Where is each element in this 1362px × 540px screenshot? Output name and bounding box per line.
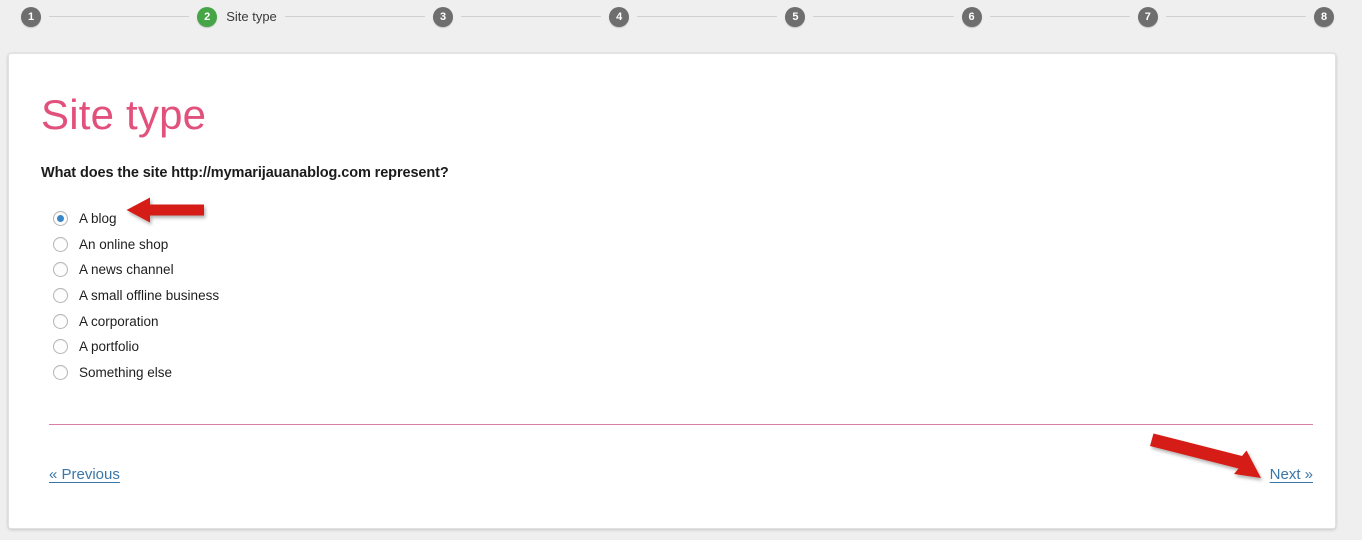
page-title: Site type [41,91,207,138]
step-5-bullet[interactable]: 5 [785,6,806,27]
step-5[interactable]: 5 [785,6,806,27]
step-8[interactable]: 8 [1314,6,1335,27]
step-1-bullet[interactable]: 1 [21,6,41,27]
option-a-blog[interactable]: A blog [53,206,219,232]
step-1[interactable]: 1 [21,6,41,27]
step-connector-6-7 [989,16,1130,17]
step-connector-2-3 [284,16,425,17]
step-connector-1-2 [49,16,190,17]
step-6-bullet[interactable]: 6 [961,6,982,27]
step-7[interactable]: 7 [1137,6,1158,27]
wizard-navigation: « Previous Next » [49,466,1313,488]
step-6[interactable]: 6 [961,6,982,27]
step-4-bullet[interactable]: 4 [609,6,630,27]
step-7-bullet[interactable]: 7 [1137,6,1158,27]
step-2-bullet[interactable]: 2 [197,6,218,27]
radio-a-news-channel[interactable] [53,262,68,278]
step-connector-7-8 [1165,16,1307,17]
step-2[interactable]: 2 Site type [197,6,277,27]
previous-link[interactable]: « Previous [49,466,120,483]
step-8-bullet[interactable]: 8 [1314,6,1335,27]
option-label: A small offline business [79,288,220,304]
step-2-label: Site type [226,9,277,24]
step-4[interactable]: 4 [609,6,630,27]
option-a-corporation[interactable]: A corporation [53,308,219,334]
next-link[interactable]: Next » [1270,466,1313,483]
radio-something-else[interactable] [53,364,68,380]
radio-a-small-offline-business[interactable] [53,288,68,304]
option-label: An online shop [79,236,169,252]
card-content: Site type What does the site http://myma… [41,54,1313,528]
step-connector-3-4 [461,16,602,17]
section-divider [49,424,1313,425]
option-a-news-channel[interactable]: A news channel [53,257,219,283]
step-3[interactable]: 3 [433,6,453,27]
question-text: What does the site http://mymarijauanabl… [41,165,449,181]
step-3-bullet[interactable]: 3 [433,6,453,27]
option-label: A portfolio [79,339,140,355]
option-label: A news channel [79,262,174,278]
step-connector-4-5 [637,16,778,17]
radio-a-blog[interactable] [53,211,68,227]
option-an-online-shop[interactable]: An online shop [53,232,219,258]
site-type-radio-group[interactable]: A blog An online shop A news channel A s… [53,206,219,385]
radio-an-online-shop[interactable] [53,236,68,252]
option-label: Something else [79,364,173,380]
radio-a-portfolio[interactable] [53,339,68,355]
option-label: A blog [79,211,117,227]
option-a-portfolio[interactable]: A portfolio [53,334,219,360]
option-a-small-offline-business[interactable]: A small offline business [53,283,219,309]
radio-a-corporation[interactable] [53,313,68,329]
option-something-else[interactable]: Something else [53,360,219,386]
step-connector-5-6 [813,16,954,17]
option-label: A corporation [79,313,159,329]
wizard-card: Site type What does the site http://myma… [8,53,1336,529]
wizard-stepper: 1 2 Site type 3 4 5 6 7 8 [0,0,1362,33]
